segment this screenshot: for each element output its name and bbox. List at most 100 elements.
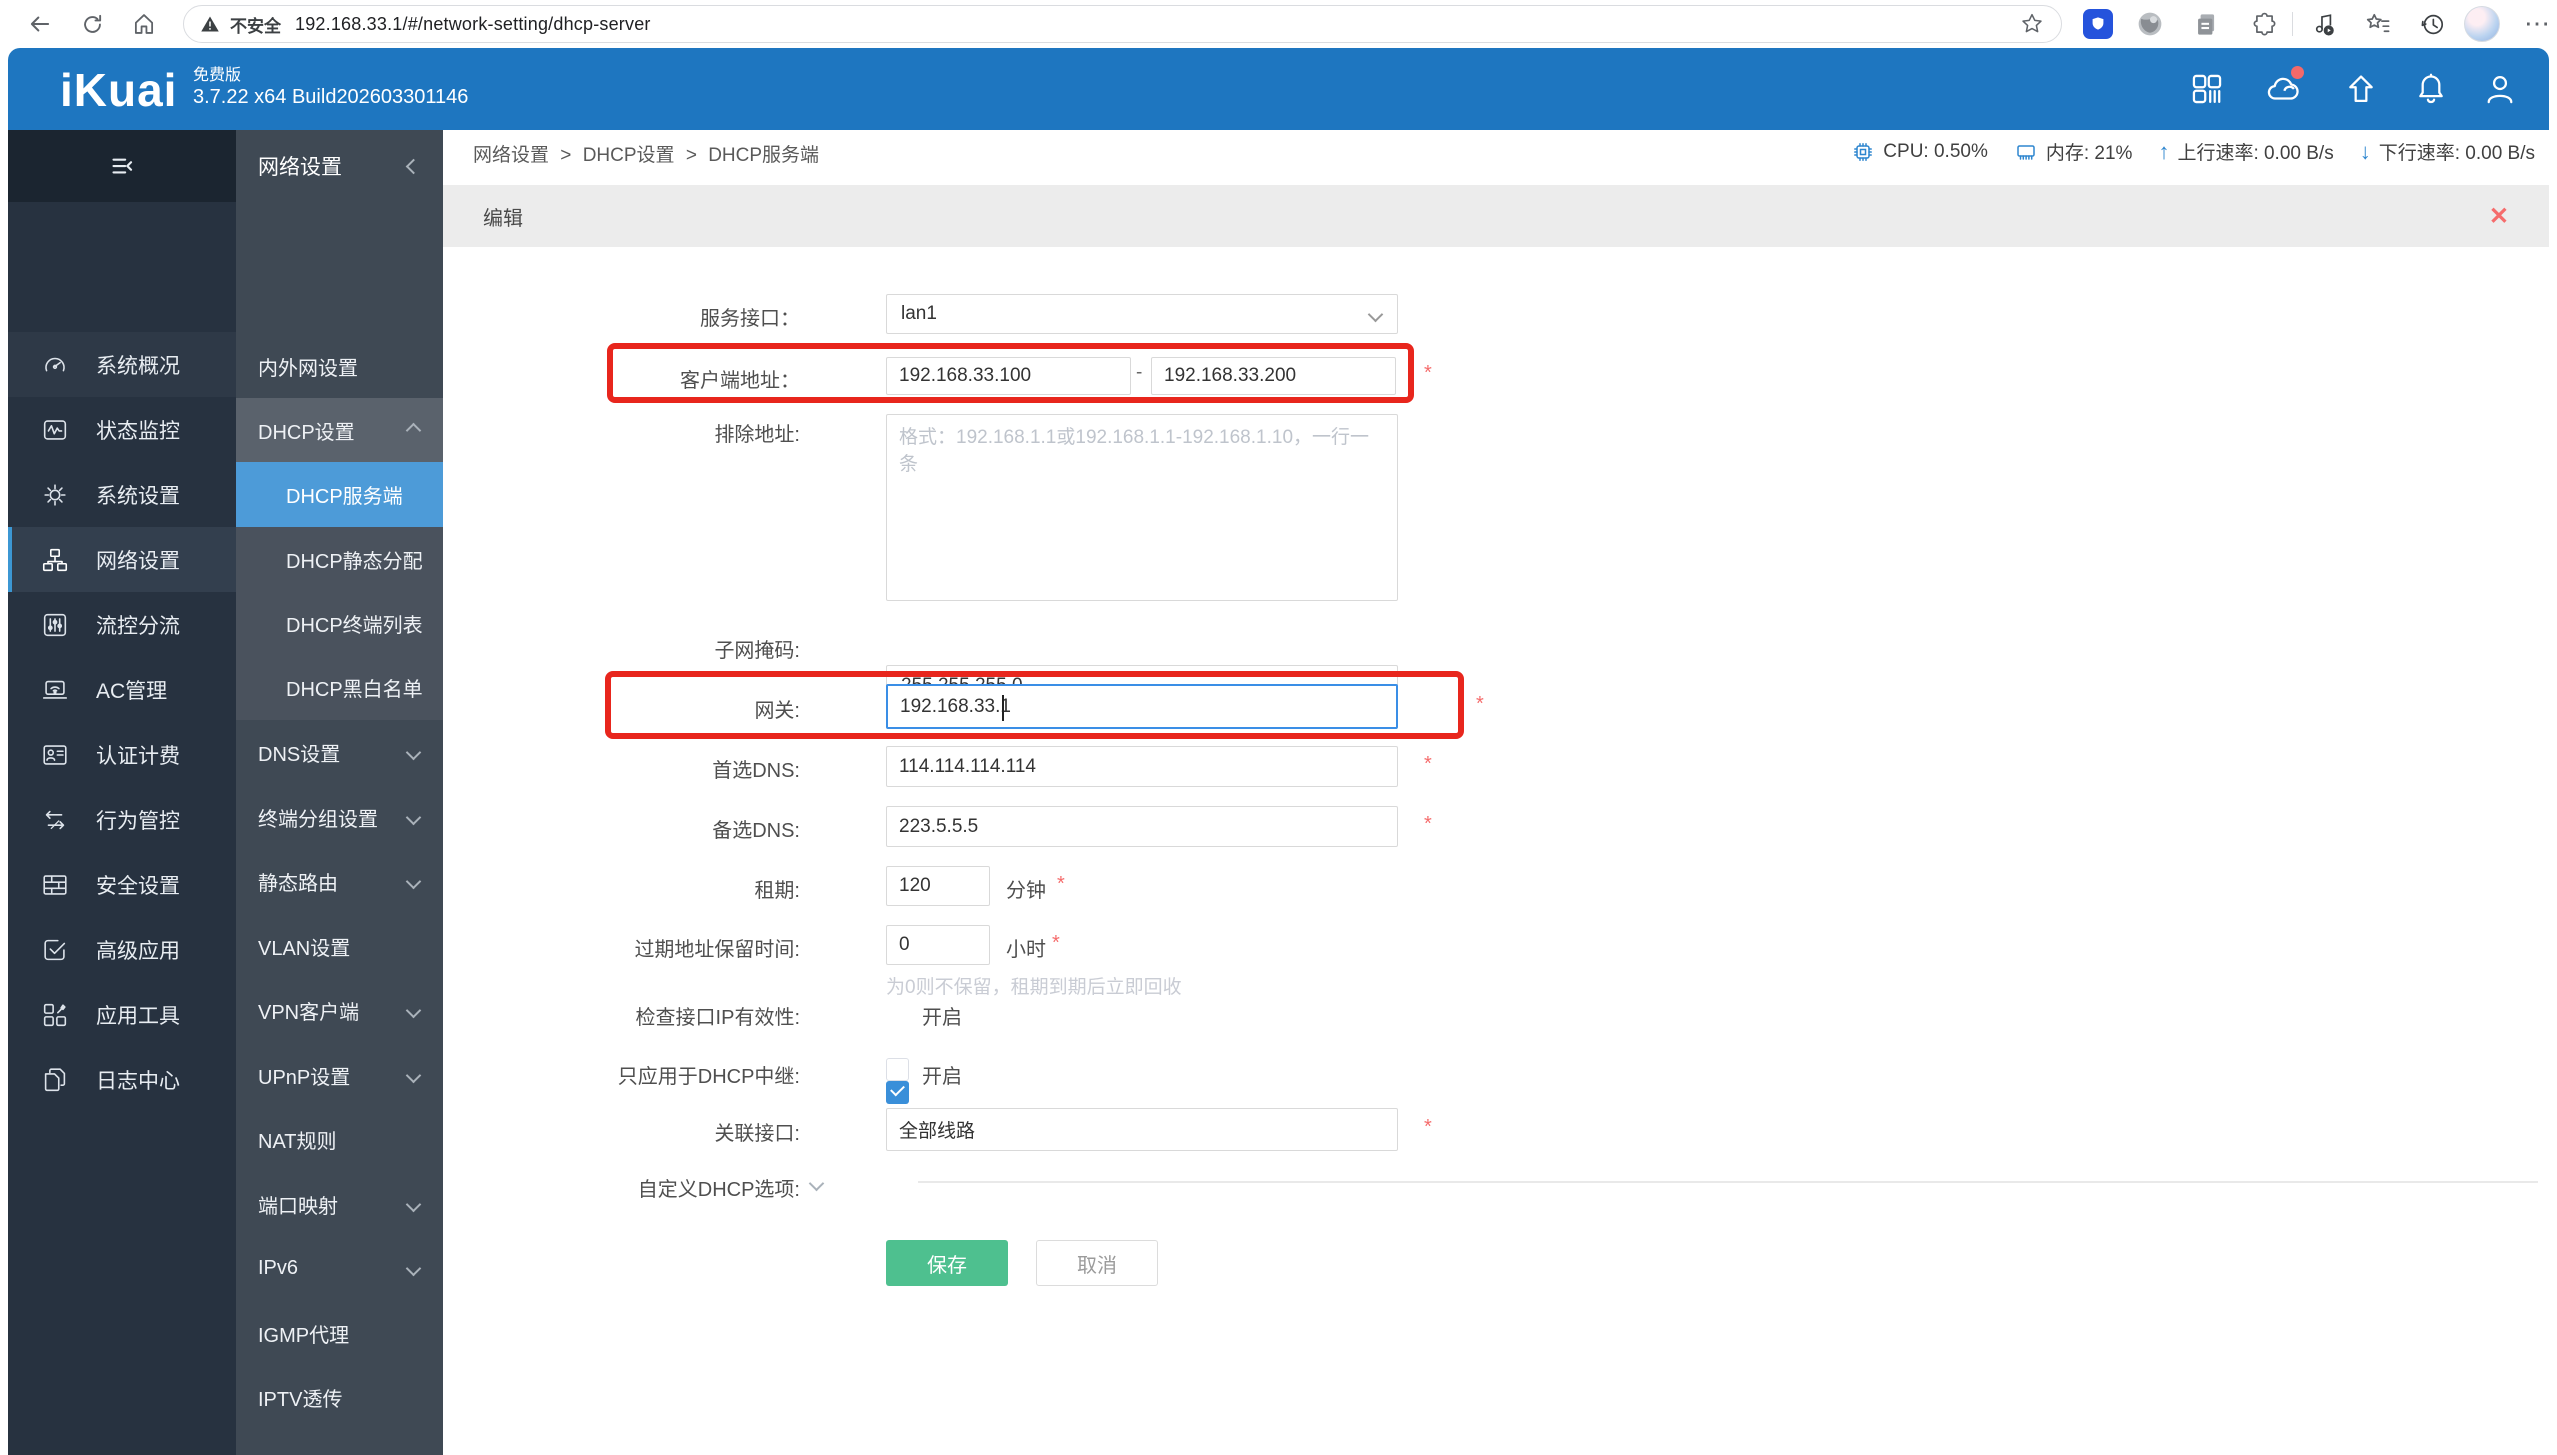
cloud-icon[interactable]	[2263, 66, 2304, 108]
home-icon[interactable]	[128, 8, 160, 40]
collapse-left-icon[interactable]	[405, 158, 422, 174]
client-address-end-input[interactable]	[1151, 357, 1396, 395]
submenu-item-nat-rules[interactable]: NAT规则	[236, 1107, 443, 1171]
extension-shield-icon[interactable]	[2082, 8, 2114, 40]
submenu-item-dhcp-server[interactable]: DHCP服务端	[236, 462, 443, 527]
submenu-title-label: 网络设置	[258, 156, 342, 179]
sidebar-item-behavior-control[interactable]: 行为管控	[8, 787, 236, 852]
down-arrow-icon: ↓	[2359, 138, 2371, 164]
toolbar-separator	[2292, 12, 2293, 36]
sidebar-collapse-toggle[interactable]	[8, 130, 236, 202]
network-submenu: 网络设置 内外网设置 DHCP设置 DHCP服务端 DHCP静态分配 DHCP终…	[236, 130, 443, 1455]
submenu-item-terminal-group[interactable]: 终端分组设置	[236, 785, 443, 849]
submenu-item-ipv6[interactable]: IPv6	[236, 1236, 443, 1300]
extensions-puzzle-icon[interactable]	[2248, 8, 2280, 40]
submenu-item-upnp[interactable]: UPnP设置	[236, 1043, 443, 1107]
range-dash: -	[1136, 362, 1143, 383]
user-icon[interactable]	[2481, 70, 2519, 108]
url-text[interactable]: 192.168.33.1/#/network-setting/dhcp-serv…	[295, 14, 651, 35]
apps-grid-icon[interactable]	[2188, 70, 2226, 108]
home-up-icon[interactable]	[2342, 70, 2380, 108]
service-interface-select[interactable]: lan1	[886, 294, 1398, 334]
gateway-input[interactable]	[886, 684, 1398, 729]
submenu-item-port-mapping[interactable]: 端口映射	[236, 1172, 443, 1236]
check-ip-label: 检查接口IP有效性:	[635, 1007, 800, 1029]
browser-profile-avatar[interactable]	[2464, 6, 2500, 42]
favorites-list-icon[interactable]	[2362, 8, 2394, 40]
sidebar-item-auth-billing[interactable]: 认证计费	[8, 722, 236, 787]
secondary-dns-input[interactable]	[886, 806, 1398, 847]
sidebar-item-ac-management[interactable]: AC管理	[8, 657, 236, 722]
sidebar-item-system-overview[interactable]: 系统概况	[8, 332, 236, 397]
submenu-item-label: DHCP设置	[258, 421, 355, 444]
primary-dns-input[interactable]	[886, 746, 1398, 787]
submenu-item-vlan[interactable]: VLAN设置	[236, 914, 443, 978]
submenu-item-igmp-proxy[interactable]: IGMP代理	[236, 1301, 443, 1365]
sidebar-item-security-settings[interactable]: 安全设置	[8, 852, 236, 917]
check-ip-checkbox-checked[interactable]	[886, 1081, 909, 1104]
required-asterisk: *	[1057, 873, 1065, 895]
network-icon	[40, 545, 70, 575]
custom-dhcp-expand-icon[interactable]	[808, 1175, 825, 1192]
submenu-item-label: 终端分组设置	[258, 808, 378, 831]
extension-pages-icon[interactable]	[2190, 8, 2222, 40]
service-interface-value: lan1	[901, 303, 937, 324]
refresh-icon[interactable]	[76, 8, 108, 40]
submenu-item-dhcp-settings[interactable]: DHCP设置	[236, 398, 443, 462]
exclude-address-textarea[interactable]: 格式：192.168.1.1或192.168.1.1-192.168.1.10，…	[886, 414, 1398, 601]
sidebar-item-status-monitor[interactable]: 状态监控	[8, 397, 236, 462]
submenu-item-dhcp-client-list[interactable]: DHCP终端列表	[236, 591, 443, 655]
history-icon[interactable]	[2416, 8, 2448, 40]
status-bar: CPU: 0.50% 内存: 21% ↑ 上行速率: 0.00 B/s ↓ 下行…	[1851, 138, 2535, 165]
music-extension-icon[interactable]	[2308, 8, 2340, 40]
sidebar-item-network-settings[interactable]: 网络设置	[8, 527, 236, 592]
sidebar-item-label: 应用工具	[96, 1004, 180, 1028]
submenu-item-dns[interactable]: DNS设置	[236, 720, 443, 784]
submenu-item-label: DHCP服务端	[286, 486, 403, 508]
panel-title: 编辑	[483, 207, 523, 230]
cpu-value: CPU: 0.50%	[1883, 140, 1988, 162]
browser-menu-icon[interactable]: ⋯	[2524, 6, 2550, 40]
breadcrumb-network[interactable]: 网络设置	[473, 145, 549, 166]
breadcrumb-dhcp[interactable]: DHCP设置	[583, 145, 675, 166]
gauge-icon	[40, 350, 70, 380]
submenu-item-static-route[interactable]: 静态路由	[236, 849, 443, 913]
ikuai-logo: iKuai	[60, 64, 178, 116]
sidebar-item-advanced-apps[interactable]: 高级应用	[8, 917, 236, 982]
dhcp-relay-label: 只应用于DHCP中继:	[617, 1066, 800, 1088]
menu-toggle-icon	[112, 158, 133, 174]
submenu-item-vpn-client[interactable]: VPN客户端	[236, 978, 443, 1042]
bookmark-star-icon[interactable]	[2019, 11, 2045, 37]
back-icon[interactable]	[24, 8, 56, 40]
submenu-item-iptv[interactable]: IPTV透传	[236, 1365, 443, 1429]
save-button[interactable]: 保存	[886, 1240, 1008, 1286]
submenu-item-dhcp-blackwhite[interactable]: DHCP黑白名单	[236, 655, 443, 720]
sidebar-item-flow-control[interactable]: 流控分流	[8, 592, 236, 657]
exclude-address-placeholder: 格式：192.168.1.1或192.168.1.1-192.168.1.10，…	[899, 427, 1370, 475]
extension-globe-icon[interactable]	[2134, 8, 2166, 40]
address-bar[interactable]: 不安全 192.168.33.1/#/network-setting/dhcp-…	[183, 5, 2062, 43]
client-address-start-input[interactable]	[886, 357, 1131, 395]
sidebar-item-label: 系统设置	[96, 484, 180, 508]
breadcrumb-dhcp-server: DHCP服务端	[708, 145, 820, 166]
required-asterisk: *	[1424, 1116, 1432, 1138]
sidebar-item-system-settings[interactable]: 系统设置	[8, 462, 236, 527]
submenu-item-label: 端口映射	[258, 1195, 338, 1218]
cancel-button[interactable]: 取消	[1036, 1240, 1158, 1286]
submenu-item-wan-lan[interactable]: 内外网设置	[236, 334, 443, 398]
close-icon[interactable]: ✕	[2489, 202, 2509, 231]
submenu-item-dhcp-static[interactable]: DHCP静态分配	[236, 527, 443, 591]
expire-hold-input[interactable]	[886, 925, 990, 965]
submenu-item-label: 静态路由	[258, 872, 338, 895]
linked-interface-input[interactable]	[886, 1108, 1398, 1151]
bell-icon[interactable]	[2412, 70, 2450, 108]
service-interface-label: 服务接口：	[700, 308, 800, 330]
sidebar-item-log-center[interactable]: 日志中心	[8, 1047, 236, 1112]
dhcp-relay-checkbox-unchecked[interactable]	[886, 1058, 909, 1081]
sidebar-item-label: 日志中心	[96, 1069, 180, 1093]
main-content: 网络设置 > DHCP设置 > DHCP服务端 CPU: 0.50% 内存: 2…	[443, 130, 2549, 1455]
lease-input[interactable]	[886, 866, 990, 906]
documents-icon	[40, 1065, 70, 1095]
sidebar-item-app-tools[interactable]: 应用工具	[8, 982, 236, 1047]
dhcp-relay-option: 开启	[922, 1066, 962, 1088]
